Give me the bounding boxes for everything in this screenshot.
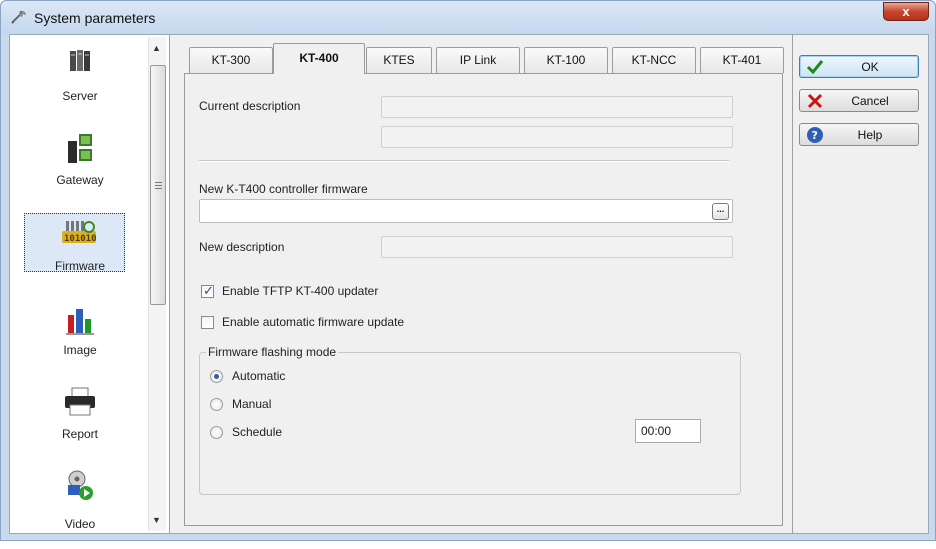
image-icon [66, 309, 94, 335]
enable-auto-update-checkbox[interactable] [201, 316, 214, 329]
sidebar-item-gateway[interactable]: Gateway [10, 133, 150, 213]
tab-kt-401[interactable]: KT-401 [700, 47, 784, 73]
tab-ip-link[interactable]: IP Link [436, 47, 520, 73]
browse-button[interactable]: ... [712, 203, 729, 220]
current-description-label: Current description [199, 99, 301, 113]
current-description-field-1 [381, 96, 733, 118]
tab-kt-ncc[interactable]: KT-NCC [612, 47, 696, 73]
help-button[interactable]: ? Help [799, 123, 919, 146]
tab-panel-kt-400: Current description New K-T400 controlle… [184, 73, 783, 526]
sidebar-item-image[interactable]: Image [10, 301, 150, 381]
radio-schedule-label[interactable]: Schedule [232, 425, 282, 439]
scroll-down-icon[interactable]: ▼ [152, 515, 161, 525]
radio-manual-label[interactable]: Manual [232, 397, 271, 411]
category-sidebar: Server Gateway 101010 Firmware Image Rep… [10, 35, 170, 533]
sidebar-item-firmware[interactable]: 101010 Firmware [10, 215, 150, 295]
sidebar-item-label: Gateway [56, 173, 104, 187]
radio-manual[interactable] [210, 398, 223, 411]
client-area: Server Gateway 101010 Firmware Image Rep… [9, 34, 929, 534]
help-label: Help [857, 128, 883, 142]
dialog-buttons: OK Cancel ? Help [792, 35, 928, 533]
cancel-label: Cancel [851, 94, 889, 108]
sidebar-scrollbar[interactable]: ▲ ▼ [148, 37, 166, 531]
tab-kt-400[interactable]: KT-400 [273, 43, 365, 74]
ok-button[interactable]: OK [799, 55, 919, 78]
tab-kt-300[interactable]: KT-300 [189, 47, 273, 73]
scroll-thumb[interactable] [150, 65, 166, 305]
printer-icon [65, 387, 95, 416]
grip-icon [155, 182, 162, 189]
ok-label: OK [861, 60, 879, 74]
sidebar-item-server[interactable]: Server [10, 45, 150, 125]
help-icon: ? [807, 127, 823, 143]
sidebar-item-label: Firmware [55, 259, 105, 273]
radio-schedule[interactable] [210, 426, 223, 439]
radio-automatic[interactable] [210, 370, 223, 383]
close-icon: x [902, 4, 910, 19]
group-title: Firmware flashing mode [206, 345, 339, 359]
wrench-icon [11, 10, 26, 24]
radio-automatic-label[interactable]: Automatic [232, 369, 285, 383]
firmware-icon: 101010 [62, 221, 97, 244]
sidebar-item-label: Report [61, 427, 99, 441]
tab-strip: KT-300 KT-400 KTES IP Link KT-100 KT-NCC… [184, 43, 784, 74]
new-description-label: New description [199, 240, 285, 254]
video-icon [68, 470, 93, 500]
system-parameters-window: System parameters x Server Gateway 10101… [0, 0, 936, 541]
new-description-field [381, 236, 733, 258]
enable-tftp-label[interactable]: Enable TFTP KT-400 updater [222, 284, 378, 298]
new-firmware-label: New K-T400 controller firmware [199, 182, 368, 196]
tab-ktes[interactable]: KTES [366, 47, 432, 73]
gateway-icon [68, 134, 92, 163]
sidebar-item-label: Video [64, 517, 96, 531]
server-icon [70, 50, 90, 71]
divider [199, 160, 729, 162]
schedule-time-input[interactable]: 00:00 [635, 419, 701, 443]
close-button[interactable]: x [883, 2, 929, 21]
sidebar-item-report[interactable]: Report [10, 385, 150, 465]
firmware-path-field[interactable]: ... [199, 199, 733, 223]
tab-kt-100[interactable]: KT-100 [524, 47, 608, 73]
window-title: System parameters [34, 10, 156, 26]
sidebar-item-label: Image [63, 343, 97, 357]
current-description-field-2 [381, 126, 733, 148]
title-bar[interactable]: System parameters x [1, 1, 935, 34]
checkmark-icon [806, 60, 824, 75]
scroll-up-icon[interactable]: ▲ [152, 43, 161, 53]
enable-auto-update-label[interactable]: Enable automatic firmware update [222, 315, 404, 329]
enable-tftp-checkbox[interactable] [201, 283, 214, 299]
sidebar-item-label: Server [62, 89, 98, 103]
firmware-flashing-mode-group: Firmware flashing mode Automatic Manual … [199, 345, 741, 495]
svg-text:?: ? [812, 129, 818, 142]
svg-text:101010: 101010 [64, 234, 97, 244]
ellipsis-icon: ... [716, 204, 725, 214]
cancel-button[interactable]: Cancel [799, 89, 919, 112]
cross-icon [807, 93, 823, 109]
sidebar-item-video[interactable]: Video [10, 469, 150, 549]
